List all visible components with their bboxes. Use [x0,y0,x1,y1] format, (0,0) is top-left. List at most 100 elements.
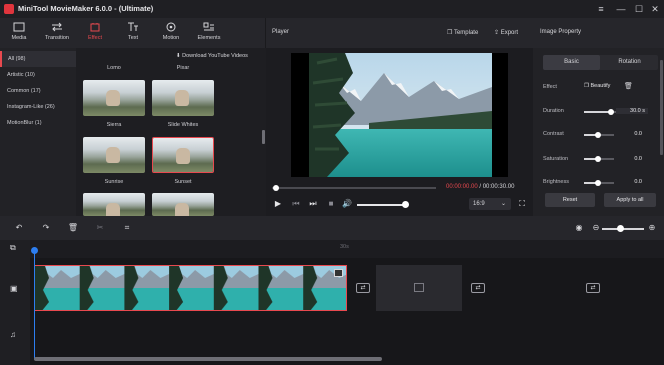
title-bar: MiniTool MovieMaker 6.0.0 - (Ultimate) ≡… [0,0,664,18]
export-label: Export [500,30,519,36]
volume-knob[interactable] [402,201,409,208]
tab-basic[interactable]: Basic [543,55,600,70]
download-youtube-label: Download YouTube Videos [182,53,248,59]
effect-thumb-sierra[interactable] [83,80,145,116]
track-headers [0,240,30,365]
export-button[interactable]: ⇪ Export [494,29,518,36]
library-toolbar: Media Transition Effect Text Motion Elem… [0,18,265,48]
zoom-in-icon[interactable]: ⊕ [646,222,658,234]
transition-slot[interactable]: ⇄ [463,265,493,311]
aspect-ratio-value: 16:9 [473,201,485,207]
nav-item-artistic[interactable]: Artistic (10) [0,67,76,83]
tab-rotation[interactable]: Rotation [601,55,658,70]
export-icon: ⇪ [494,30,501,36]
applied-effect: ❐ Beautify [584,83,610,89]
effect-label: Effect [543,84,557,90]
video-track-icon: ▣ [10,284,18,293]
redo-icon[interactable]: ↷ [40,222,52,234]
toolbar-effect[interactable]: Effect [76,18,114,48]
clip-effect-icon [334,269,343,277]
toolbar-elements[interactable]: Elements [190,18,228,48]
fullscreen-icon[interactable]: ⛶ [516,198,528,210]
stop-button[interactable]: ■ [325,198,337,210]
apply-to-all-button[interactable]: Apply to all [604,193,656,207]
elements-icon [203,22,215,32]
template-button[interactable]: ❐ Template [447,29,478,36]
volume-slider[interactable] [357,204,405,206]
ruler-label: 30s [340,244,349,250]
delete-effect-icon[interactable]: 🗑 [624,82,633,90]
crop-icon[interactable]: ⌗ [121,222,133,234]
library-scrollbar[interactable] [262,130,265,144]
contrast-knob[interactable] [595,132,601,138]
template-label: Template [453,30,479,36]
menu-icon[interactable]: ≡ [594,3,608,15]
toolbar-text[interactable]: Text [114,18,152,48]
applied-effect-name: Beautify [590,83,611,89]
toolbar-transition[interactable]: Transition [38,18,76,48]
skip-forward-button[interactable]: ⏭ [307,198,319,210]
effect-thumb-sunrise[interactable] [83,137,145,173]
maximize-button[interactable]: ☐ [632,3,646,15]
add-track-icon[interactable]: ⧉ [10,243,16,253]
property-scrollbar[interactable] [660,60,663,155]
clip-filmstrip [35,266,346,310]
app-logo-icon [4,4,14,14]
split-icon[interactable]: ✂ [94,222,106,234]
effect-label-sierra: Sierra [106,122,122,128]
saturation-knob[interactable] [595,156,601,162]
effect-thumb[interactable] [152,193,214,216]
player-header [266,18,533,48]
download-youtube-button[interactable]: ⬇ Download YouTube Videos [176,53,248,59]
effect-thumb-slide-whites[interactable] [152,80,214,116]
zoom-out-icon[interactable]: ⊖ [590,222,602,234]
undo-icon[interactable]: ↶ [13,222,25,234]
effect-thumb-sunset[interactable] [152,137,214,173]
duration-knob[interactable] [608,109,614,115]
transition-slot[interactable]: ⇄ [578,265,608,311]
playhead-handle[interactable] [31,247,38,254]
property-title: Image Property [540,29,582,35]
video-clip[interactable] [34,265,347,311]
skip-back-button[interactable]: ⏮ [290,198,302,210]
effect-library [76,48,266,216]
delete-icon[interactable]: 🗑 [67,222,79,234]
timeline-scrollbar[interactable] [34,357,382,361]
player-title: Player [272,29,290,35]
timecode: 00:00:00.00 / 00:00:30.00 [446,184,514,190]
effect-icon [89,22,101,32]
effect-label-sunset: Sunset [174,179,192,185]
playback-progress-knob[interactable] [273,185,279,191]
effect-label-slide-whites: Slide Whites [167,122,199,128]
toolbar-media-label: Media [11,35,27,41]
toolbar-motion[interactable]: Motion [152,18,190,48]
toolbar-media[interactable]: Media [0,18,38,48]
nav-item-common[interactable]: Common (17) [0,83,76,99]
brightness-knob[interactable] [595,180,601,186]
volume-icon[interactable]: 🔊 [341,198,353,210]
transition-slot[interactable]: ⇄ [348,265,378,311]
effect-thumb[interactable] [83,193,145,216]
timeline-zoom-knob[interactable] [617,225,624,232]
close-button[interactable]: ✕ [648,3,662,15]
toolbar-text-label: Text [127,35,139,41]
aspect-ratio-select[interactable]: 16:9 ⌄ [469,198,511,210]
toolbar-motion-label: Motion [162,35,180,41]
playhead[interactable] [34,250,35,360]
brightness-value: 0.0 [634,179,642,185]
contrast-label: Contrast [543,131,564,137]
audio-track-icon: ♫ [10,330,16,339]
play-button[interactable]: ▶ [272,198,284,210]
zoom-fit-icon[interactable]: ◉ [573,222,585,234]
nav-item-instagram-like[interactable]: Instagram-Like (26) [0,99,76,115]
window-title: MiniTool MovieMaker 6.0.0 - (Ultimate) [18,4,154,13]
nav-item-all[interactable]: All (98) [0,51,76,67]
reset-button[interactable]: Reset [545,193,595,207]
transition-icon: ⇄ [356,283,370,293]
preview-frame-image [309,53,492,177]
minimize-button[interactable]: — [614,3,628,15]
nav-item-motionblur[interactable]: MotionBlur (1) [0,115,76,131]
duration-value[interactable]: 30.0 s [616,108,648,114]
empty-clip-slot[interactable] [376,265,462,311]
playback-progress-bar[interactable] [272,187,436,189]
